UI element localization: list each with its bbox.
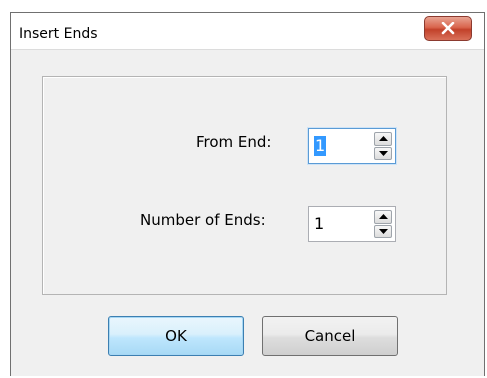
number-of-ends-spinner[interactable]: 1 [308, 206, 396, 242]
number-of-ends-up-button[interactable] [374, 210, 392, 224]
from-end-label: From End: [196, 133, 272, 151]
close-x-icon [441, 22, 455, 35]
dialog-title: Insert Ends [19, 26, 98, 42]
from-end-value[interactable]: 1 [314, 136, 327, 156]
cancel-button[interactable]: Cancel [262, 316, 398, 356]
from-end-spinner[interactable]: 1 [308, 128, 396, 164]
title-bar: Insert Ends [11, 13, 484, 50]
arrow-up-icon [378, 136, 388, 142]
insert-ends-dialog: Insert Ends From End: 1 Number of Ends: … [10, 12, 485, 376]
arrow-up-icon [378, 214, 388, 220]
from-end-spin-buttons [374, 132, 392, 160]
arrow-down-icon [378, 228, 388, 234]
ok-button[interactable]: OK [108, 316, 244, 356]
close-button[interactable] [424, 16, 472, 41]
number-of-ends-value[interactable]: 1 [314, 214, 324, 234]
number-of-ends-label: Number of Ends: [140, 211, 266, 229]
settings-group-box [42, 76, 447, 295]
number-of-ends-down-button[interactable] [374, 224, 392, 238]
from-end-up-button[interactable] [374, 132, 392, 146]
from-end-down-button[interactable] [374, 146, 392, 160]
arrow-down-icon [378, 150, 388, 156]
number-of-ends-spin-buttons [374, 210, 392, 238]
